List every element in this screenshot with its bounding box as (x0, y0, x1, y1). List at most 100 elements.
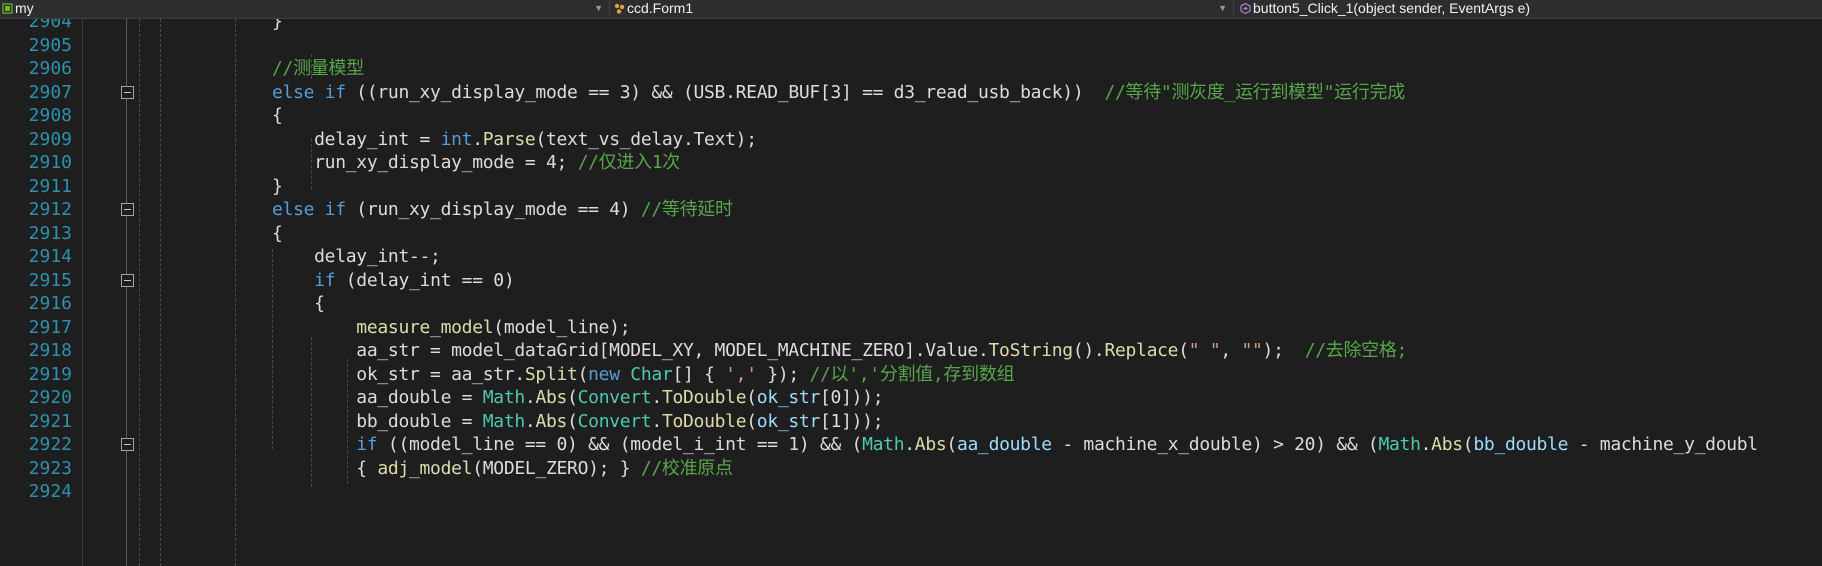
collapse-icon[interactable] (121, 203, 134, 217)
code-text: { (272, 292, 325, 316)
code-token: }); (756, 363, 810, 385)
code-token: ( (1178, 340, 1189, 361)
member-dropdown[interactable]: button5_Click_1(object sender, EventArgs… (1238, 0, 1822, 18)
code-token: if (314, 269, 336, 291)
code-line[interactable]: 2913 { (0, 222, 1822, 246)
code-text: if (delay_int == 0) (272, 269, 515, 293)
code-token: else if (272, 199, 346, 220)
code-token: ok_str (756, 410, 821, 432)
code-token: Abs (535, 387, 568, 408)
line-number: 2924 (28, 481, 72, 502)
code-line[interactable]: 2922 if ((model_line == 0) && (model_i_i… (0, 433, 1822, 457)
code-line[interactable]: 2914 delay_int--; (0, 245, 1822, 269)
code-token: Split (524, 363, 578, 385)
chevron-down-icon: ▼ (1218, 3, 1227, 13)
code-line[interactable]: 2908 { (0, 104, 1822, 128)
code-token: adj_model (377, 457, 473, 479)
code-text: aa_double = Math.Abs(Convert.ToDouble(ok… (272, 386, 883, 410)
code-token: ((model_line == 0) && (model_i_int == 1)… (377, 434, 863, 455)
code-token: //校准原点 (640, 457, 733, 479)
code-token: Abs (914, 434, 947, 455)
code-line[interactable]: 2919 ok_str = aa_str.Split(new Char[] { … (0, 363, 1822, 387)
code-line[interactable]: 2921 bb_double = Math.Abs(Convert.ToDoub… (0, 410, 1822, 434)
code-token: ); (1262, 340, 1305, 361)
code-token: "" (1241, 340, 1263, 361)
code-line[interactable]: 2907 else if ((run_xy_display_mode == 3) … (0, 81, 1822, 105)
code-token: } (272, 175, 283, 197)
code-line[interactable]: 2924 (0, 480, 1822, 504)
line-number: 2917 (28, 316, 72, 338)
line-number: 2905 (28, 34, 72, 56)
project-dropdown[interactable]: my ▼ (0, 0, 610, 18)
line-number: 2914 (28, 246, 72, 267)
code-token: if (356, 434, 378, 455)
line-number: 2912 (28, 199, 72, 220)
code-line[interactable]: 2904} (0, 19, 1822, 34)
code-text: ok_str = aa_str.Split(new Char[] { ',' }… (272, 363, 1014, 387)
code-token: bb_double (1473, 434, 1569, 455)
code-line[interactable]: 2920 aa_double = Math.Abs(Convert.ToDoub… (0, 386, 1822, 410)
code-text: delay_int = int.Parse(text_vs_delay.Text… (272, 128, 757, 152)
code-token: else if (272, 81, 346, 103)
code-text: } (272, 19, 283, 34)
code-token: , (1220, 340, 1242, 361)
code-token: Abs (1431, 434, 1463, 455)
code-text: { (272, 222, 283, 246)
line-number: 2910 (28, 152, 72, 173)
line-number: 2907 (28, 81, 72, 103)
collapse-icon[interactable] (121, 273, 134, 287)
code-text: aa_str = model_dataGrid[MODEL_XY, MODEL_… (272, 339, 1407, 363)
code-line[interactable]: 2906 //测量模型 (0, 57, 1822, 81)
code-line[interactable]: 2918 aa_str = model_dataGrid[MODEL_XY, M… (0, 339, 1822, 363)
code-line[interactable]: 2905 (0, 34, 1822, 58)
code-token: . (472, 128, 483, 150)
member-name: button5_Click_1(object sender, EventArgs… (1253, 0, 1531, 16)
code-token: //测量模型 (272, 58, 364, 79)
line-number: 2904 (28, 19, 72, 32)
code-token: { (272, 457, 378, 479)
code-token: bb_double = (272, 410, 483, 432)
code-token: measure_model (356, 316, 494, 338)
collapse-icon[interactable] (121, 85, 134, 99)
code-token: delay_int = (272, 128, 441, 150)
code-line[interactable]: 2916 { (0, 292, 1822, 316)
code-token: aa_str = model_dataGrid[MODEL_XY, MODEL_… (272, 340, 989, 361)
code-token: ( (1462, 434, 1474, 455)
code-token: . (904, 434, 915, 455)
code-text: else if (run_xy_display_mode == 4) //等待延… (272, 198, 733, 222)
code-token: aa_double (956, 434, 1052, 455)
code-text: delay_int--; (272, 245, 441, 269)
code-line[interactable]: 2915 if (delay_int == 0) (0, 269, 1822, 293)
line-number: 2922 (28, 434, 72, 455)
code-token: run_xy_display_mode = 4; (272, 152, 578, 173)
code-line[interactable]: 2911} (0, 175, 1822, 199)
code-token: Abs (535, 410, 568, 432)
code-token: //以','分割值,存到数组 (809, 363, 1015, 385)
class-name: ccd.Form1 (627, 0, 694, 16)
code-token: //等待"测灰度_运行到模型"运行完成 (1104, 81, 1405, 103)
code-token: ',' (725, 363, 757, 385)
code-text: //测量模型 (272, 57, 364, 81)
code-line[interactable]: 2923 { adj_model(MODEL_ZERO); } //校准原点 (0, 457, 1822, 481)
code-token: int (440, 128, 473, 150)
code-token: Math (482, 387, 525, 408)
class-dropdown[interactable]: ccd.Form1 ▼ (612, 0, 1234, 18)
code-token: . (524, 410, 536, 432)
code-token: Convert (577, 387, 652, 408)
code-line[interactable]: 2909 delay_int = int.Parse(text_vs_delay… (0, 128, 1822, 152)
code-line[interactable]: 2912 else if (run_xy_display_mode == 4) /… (0, 198, 1822, 222)
method-icon (1240, 3, 1251, 14)
code-token: - machine_y_doubl (1568, 434, 1758, 455)
collapse-icon[interactable] (121, 438, 134, 452)
navigation-bar: my ▼ ccd.Form1 ▼ button5_Click_1(object … (0, 0, 1822, 19)
code-token: ( (746, 387, 757, 408)
code-token: Math (1378, 434, 1421, 455)
code-token: - machine_x_double) > 20) && ( (1051, 434, 1379, 455)
code-token: ((run_xy_display_mode == 3) && (USB.READ… (345, 81, 1105, 103)
code-token: aa_double = (272, 387, 483, 408)
code-token: delay_int--; (272, 246, 441, 267)
code-line[interactable]: 2917 measure_model(model_line); (0, 316, 1822, 340)
code-editor[interactable]: 2904} 2905 2906//测量模型 2907 else if ((run_xy_… (0, 19, 1822, 566)
line-number: 2908 (28, 105, 72, 126)
code-line[interactable]: 2910 run_xy_display_mode = 4; //仅进入1次 (0, 151, 1822, 175)
